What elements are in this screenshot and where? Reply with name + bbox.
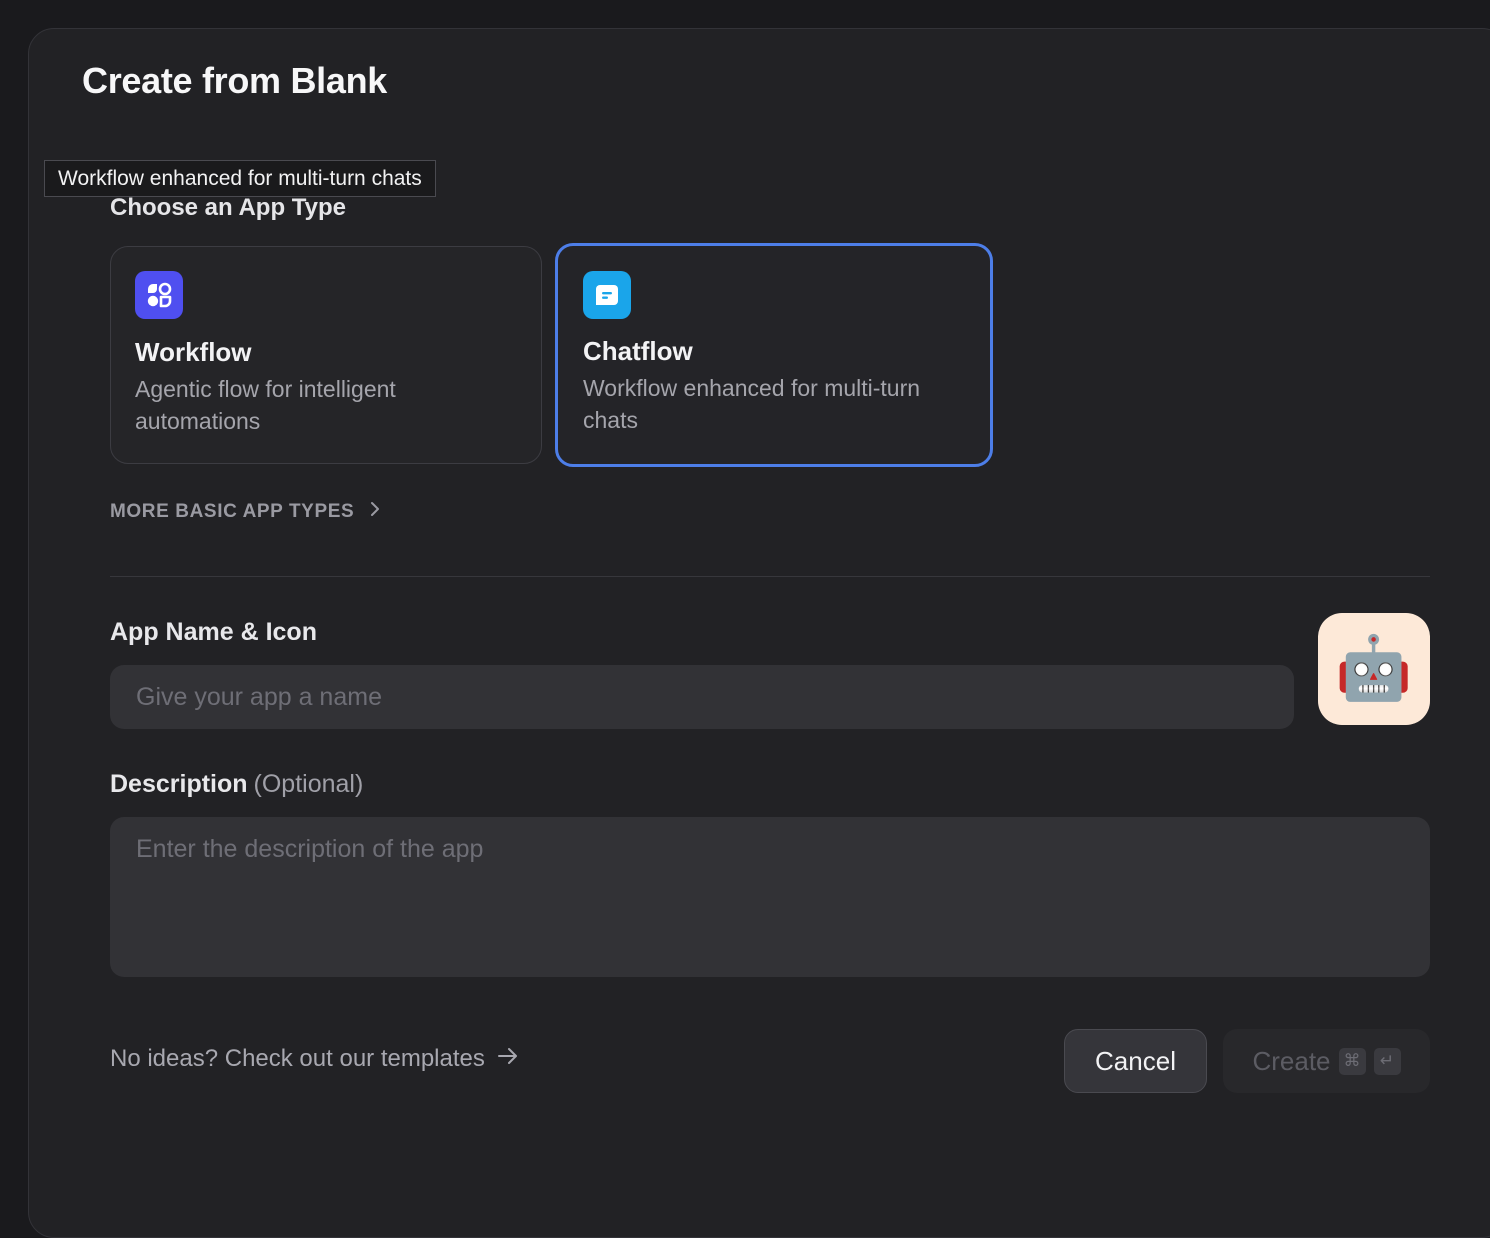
- templates-link-label: No ideas? Check out our templates: [110, 1045, 485, 1072]
- chatflow-icon: [583, 271, 631, 319]
- app-type-card-workflow[interactable]: Workflow Agentic flow for intelligent au…: [110, 246, 542, 464]
- divider: [110, 576, 1430, 577]
- optional-label: (Optional): [253, 770, 364, 798]
- app-icon-picker[interactable]: 🤖: [1318, 613, 1430, 725]
- command-key-icon: ⌘: [1338, 1047, 1366, 1075]
- card-description: Agentic flow for intelligent automations: [135, 376, 396, 434]
- app-type-label: Choose an App Type: [110, 194, 347, 221]
- robot-icon: 🤖: [1335, 634, 1413, 703]
- chevron-right-icon: [368, 500, 382, 524]
- tooltip: Workflow enhanced for multi-turn chats: [44, 160, 436, 197]
- card-description: Workflow enhanced for multi-turn chats: [583, 375, 921, 433]
- app-name-input[interactable]: [110, 665, 1294, 729]
- workflow-icon: [135, 271, 183, 319]
- app-type-card-chatflow[interactable]: Chatflow Workflow enhanced for multi-tur…: [555, 243, 993, 467]
- app-name-label: App Name & Icon: [110, 618, 317, 646]
- more-basic-app-types-toggle[interactable]: MORE BASIC APP TYPES: [110, 500, 382, 524]
- card-title: Workflow: [135, 337, 252, 367]
- create-button-label: Create: [1252, 1045, 1331, 1076]
- description-label: Description: [110, 770, 248, 798]
- cancel-button[interactable]: Cancel: [1064, 1029, 1207, 1093]
- more-types-label: MORE BASIC APP TYPES: [110, 501, 355, 522]
- description-label-row: Description (Optional): [110, 770, 363, 799]
- description-input[interactable]: [110, 817, 1430, 977]
- arrow-right-icon: [497, 1045, 519, 1073]
- modal-title: Create from Blank: [82, 60, 387, 101]
- card-title: Chatflow: [583, 336, 693, 366]
- templates-link[interactable]: No ideas? Check out our templates: [110, 1045, 519, 1073]
- create-button[interactable]: Create ⌘ ↵: [1223, 1029, 1430, 1093]
- enter-key-icon: ↵: [1373, 1047, 1401, 1075]
